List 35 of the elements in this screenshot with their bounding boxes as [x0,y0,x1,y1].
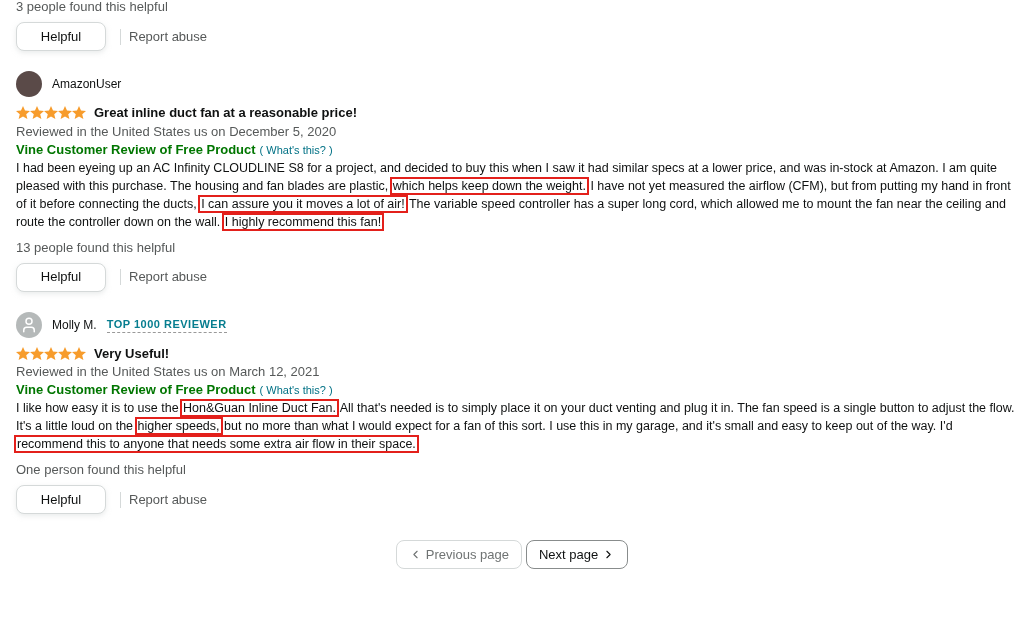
star-icon [16,106,30,120]
review-title[interactable]: Great inline duct fan at a reasonable price! [94,103,357,123]
report-abuse-link[interactable]: Report abuse [129,26,208,47]
star-icon [44,346,58,360]
review-text: I had been eyeing up an AC Infinity CLOUDLINE S8 for a project, and decided to buy this when I saw it had similar specs at a lower price, and was in-stock at Amazon. I am quite pleased with this purchase. The housing and fan blades are plastic, which helps keep down the weight. I have not yet measured the airflow (CFM), but from putting my hand in front of it before connecting the ducts, I can assure you it moves a lot of air! The variable speed controller has a super long cord, which allowed me to mount the fan near the ceiling and route the controller down on the wall. I highly recommend this fan! [16,159,1012,231]
star-icon [72,346,86,360]
helpful-count: One person found this helpful [16,461,187,479]
helpful-count: 3 people found this helpful [16,0,169,16]
helpful-button[interactable]: Helpful [16,262,106,292]
report-abuse-link[interactable]: Report abuse [129,489,208,510]
avatar-photo-placeholder [16,71,42,97]
review-date: Reviewed in the United States us on December 5, 2020 [16,122,338,141]
star-icon [58,346,72,360]
vine-label: Vine Customer Review of Free Product [16,381,256,399]
reviewer-name[interactable]: AmazonUser [52,75,122,93]
star-icon [16,346,30,360]
reviewer-name[interactable]: Molly M. [52,315,97,334]
review-title[interactable]: Very Useful! [94,343,170,363]
review-date: Reviewed in the United States us on March 12, 2021 [16,363,321,381]
whats-this-link[interactable]: ( What's this? ) [259,140,333,159]
vine-label: Vine Customer Review of Free Product [16,140,256,159]
next-page-button[interactable]: Next page [525,540,629,569]
review-text: I like how easy it is to use the Hon&Guan Inline Duct Fan. All that's needed is to simply place it on your duct venting and plug it in. The fan speed is a single button to adjust the flow. It's a little loud on the higher speeds, but no more than what I would expect for a fan of this sort. I use this in my garage, and it's small and easy to keep out of the way. I'd recommend this to anyone that needs some extra air flow in their space. [16,400,1016,453]
reviewer-badge: TOP 1000 REVIEWER [106,315,227,334]
star-icon [58,106,72,120]
star-icon [72,106,86,120]
user-avatar-icon [16,311,42,338]
helpful-count: 13 people found this helpful [16,238,176,257]
star-icon [30,106,44,120]
helpful-button[interactable]: Helpful [16,22,106,51]
report-abuse-link[interactable]: Report abuse [129,267,208,287]
helpful-button[interactable]: Helpful [16,485,106,514]
star-icon [44,106,58,120]
whats-this-link[interactable]: ( What's this? ) [259,381,333,399]
star-icon [30,346,44,360]
